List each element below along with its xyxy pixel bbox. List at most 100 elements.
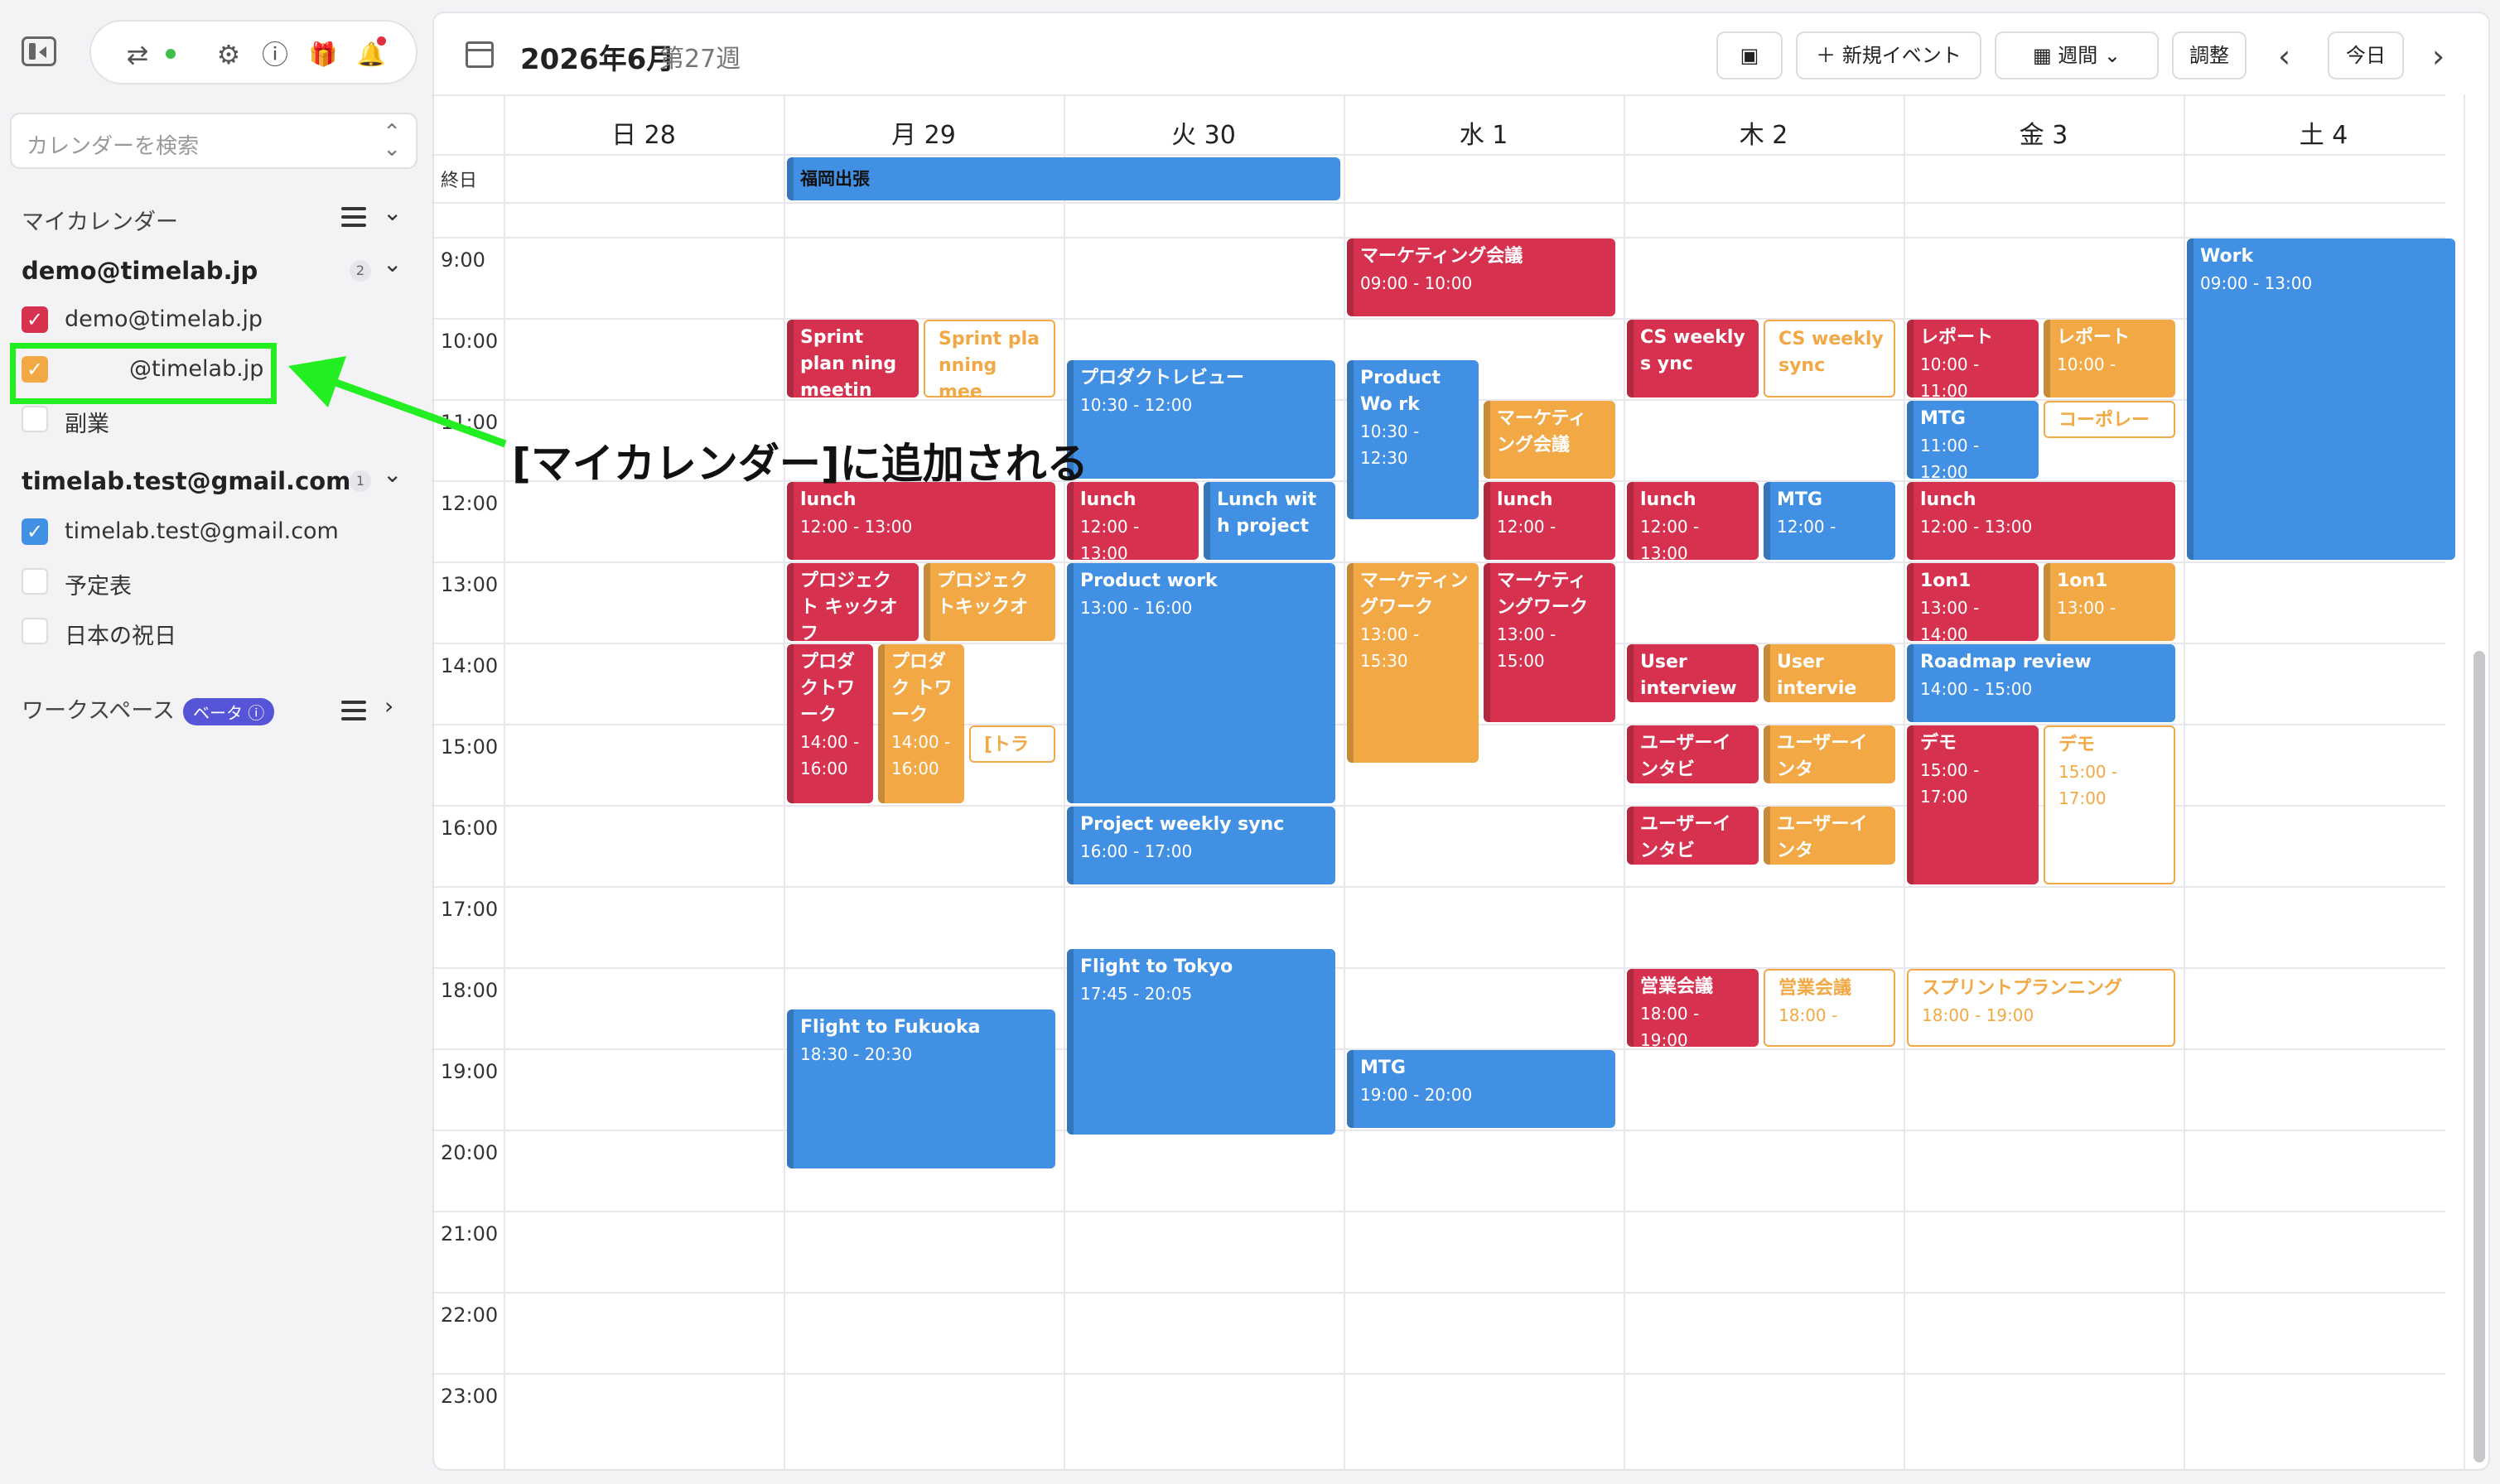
calendar-search-input[interactable]: カレンダーを検索 ⌃ ⌄ xyxy=(10,113,417,169)
calendar-event[interactable]: マーケティ ング会議 xyxy=(1484,401,1615,479)
calendar-event[interactable]: ユーザーインタビ15:00 - 15:45 xyxy=(1627,725,1759,783)
calendar-event[interactable]: 1on1 13:00 - 14:00 xyxy=(1907,563,2039,641)
calendar-event[interactable]: プロダクトレビュー 10:30 - 12:00 xyxy=(1067,360,1335,479)
calendar-event[interactable]: 営業会議 18:00 - 19:00 xyxy=(1627,969,1759,1047)
checkbox[interactable]: ✓ xyxy=(22,518,48,545)
calendar-event[interactable]: Sprint plan ning meetin xyxy=(787,320,919,398)
sidebar: ⇄ ⚙ ⓘ 🎁 🔔 カレンダーを検索 ⌃ ⌄ マイカレンダー ⌄ demo@tim… xyxy=(0,0,431,1484)
calendar-event[interactable]: Flight to Tokyo 17:45 - 20:05 xyxy=(1067,948,1335,1135)
new-event-button[interactable]: ＋ 新規イベント xyxy=(1796,31,1981,80)
adjust-button[interactable]: 調整 xyxy=(2172,31,2247,80)
calendar-event[interactable]: プロジェク トキックオ xyxy=(924,563,1055,641)
calendar-event[interactable]: MTG 12:00 - xyxy=(1764,482,1895,560)
status-dot xyxy=(166,49,176,59)
list-icon[interactable] xyxy=(341,207,366,227)
checkbox[interactable] xyxy=(22,618,48,644)
calendar-event[interactable]: デモ 15:00 - 17:00 xyxy=(2044,725,2175,884)
gift-icon[interactable]: 🎁 xyxy=(306,38,340,71)
chevron-right-icon[interactable]: › xyxy=(384,692,393,720)
calendar-event[interactable]: コーポレート xyxy=(2044,401,2175,438)
gear-icon[interactable]: ⚙ xyxy=(212,38,245,71)
calendar-event[interactable]: ユーザーインタ16:00 - xyxy=(1764,807,1895,865)
sidebar-collapse-icon[interactable] xyxy=(22,36,56,66)
panel-toggle-button[interactable]: ▣ xyxy=(1716,31,1783,80)
prev-week-icon[interactable]: ‹ xyxy=(2278,38,2290,75)
calendar-event[interactable]: マーケティング会議 09:00 - 10:00 xyxy=(1347,238,1615,316)
time-label: 18:00 xyxy=(441,979,499,1002)
event-time: 12:00 - xyxy=(1497,517,1556,537)
view-mode-select[interactable]: ▦ 週間 ⌄ xyxy=(1995,31,2159,80)
calendar-event[interactable]: プロジェクト キックオフ xyxy=(787,563,919,641)
event-title: lunch xyxy=(1080,489,1137,510)
calendar-event[interactable]: Project weekly sync 16:00 - 17:00 xyxy=(1067,807,1335,884)
day-header[interactable]: 水 1 xyxy=(1344,106,1624,166)
checkbox[interactable]: ✓ xyxy=(22,306,48,333)
calendar-event[interactable]: lunch 12:00 - 13:00 xyxy=(787,482,1055,560)
event-time: 14:00 - 16:00 xyxy=(800,732,860,778)
chevron-down-icon[interactable]: ⌄ xyxy=(383,460,402,488)
calendar-event[interactable]: デモ 15:00 - 17:00 xyxy=(1907,725,2039,884)
event-title: レポート xyxy=(2057,327,2131,348)
shuffle-icon[interactable]: ⇄ xyxy=(121,38,154,71)
calendar-event[interactable]: プロダク トワーク 14:00 - 16:00 xyxy=(878,644,964,803)
checkbox[interactable] xyxy=(22,406,48,432)
calendar-event[interactable]: CS weekly sync xyxy=(1764,320,1895,398)
event-title: MTG xyxy=(1920,408,1966,429)
chevron-down-icon[interactable]: ⌄ xyxy=(383,250,402,277)
calendar-event[interactable]: lunch 12:00 - 13:00 xyxy=(1067,482,1199,560)
calendar-event[interactable]: User interview14:00 - 14:45 xyxy=(1627,644,1759,702)
calendar-event[interactable]: Work 09:00 - 13:00 xyxy=(2187,238,2455,560)
allday-event[interactable]: 福岡出張 xyxy=(787,157,1340,200)
next-week-icon[interactable]: › xyxy=(2432,38,2444,75)
annotation-text: [マイカレンダー]に追加される xyxy=(512,440,1088,488)
calendar-event[interactable]: 1on1 13:00 - xyxy=(2044,563,2175,641)
calendar-event[interactable]: MTG 11:00 - 12:00 xyxy=(1907,401,2039,479)
event-time: 09:00 - 10:00 xyxy=(1360,273,1473,293)
calendar-event[interactable]: Lunch wit h project xyxy=(1204,482,1335,560)
event-time: 19:00 - 20:00 xyxy=(1360,1085,1473,1105)
list-icon[interactable] xyxy=(341,701,366,720)
calendar-event[interactable]: lunch 12:00 - xyxy=(1484,482,1615,560)
calendar-event[interactable]: CS weekly s ync xyxy=(1627,320,1759,398)
calendar-event[interactable]: ユーザーインタビ16:00 - 16:45 xyxy=(1627,807,1759,865)
calendar-event[interactable]: マーケティ ングワーク 13:00 - 15:00 xyxy=(1484,563,1615,722)
day-header[interactable]: 木 2 xyxy=(1624,106,1904,166)
calendar-event[interactable]: スプリントプランニング 18:00 - 19:00 xyxy=(1907,969,2175,1047)
event-title: デモ xyxy=(1920,733,1957,754)
calendar-event[interactable]: レポート 10:00 - xyxy=(2044,320,2175,398)
calendar-item-label: 予定表 xyxy=(65,574,132,600)
event-time: 10:00 - xyxy=(2057,354,2116,374)
calendar-event[interactable]: lunch 12:00 - 13:00 xyxy=(1907,482,2175,560)
calendar-event[interactable]: Sprint pla nning mee xyxy=(924,320,1055,398)
calendar-event[interactable]: lunch 12:00 - 13:00 xyxy=(1627,482,1759,560)
calendar-event[interactable]: Product work 13:00 - 16:00 xyxy=(1067,563,1335,803)
info-icon[interactable]: ⓘ xyxy=(258,38,292,71)
day-header[interactable]: 土 4 xyxy=(2184,106,2464,166)
calendar-event[interactable]: レポート 10:00 - 11:00 xyxy=(1907,320,2039,398)
week-number: 第27週 xyxy=(659,45,741,74)
today-button[interactable]: 今日 xyxy=(2328,31,2404,80)
chevron-down-icon[interactable]: ⌄ xyxy=(383,199,402,226)
calendar-event[interactable]: [トラ xyxy=(969,725,1055,763)
sidebar-toolbar: ⇄ ⚙ ⓘ 🎁 🔔 xyxy=(89,20,417,84)
event-time: 15:00 - 17:00 xyxy=(2058,762,2118,808)
checkbox[interactable] xyxy=(22,568,48,595)
calendar-event[interactable]: マーケティン グワーク 13:00 - 15:30 xyxy=(1347,563,1479,763)
calendar-event[interactable]: MTG 19:00 - 20:00 xyxy=(1347,1050,1615,1128)
event-time: 13:00 - 15:00 xyxy=(1497,624,1556,671)
day-header[interactable]: 日 28 xyxy=(504,106,784,166)
calendar-event[interactable]: Roadmap review 14:00 - 15:00 xyxy=(1907,644,2175,722)
event-title: プロダ クトワ ーク xyxy=(800,652,856,725)
event-title: レポート xyxy=(1920,327,1994,348)
day-header[interactable]: 金 3 xyxy=(1904,106,2184,166)
calendar-event[interactable]: Product Wo rk 10:30 - 12:30 xyxy=(1347,360,1479,519)
sort-updown-icon[interactable]: ⌃ ⌄ xyxy=(383,122,401,160)
calendar-event[interactable]: User intervie14:00 - xyxy=(1764,644,1895,702)
event-title: 営業会議 xyxy=(1640,976,1714,997)
scrollbar[interactable] xyxy=(2473,651,2485,1462)
calendar-event[interactable]: プロダ クトワ ーク 14:00 - 16:00 xyxy=(787,644,873,803)
calendar-event[interactable]: ユーザーインタ15:00 - xyxy=(1764,725,1895,783)
calendar-event[interactable]: Flight to Fukuoka 18:30 - 20:30 xyxy=(787,1009,1055,1168)
highlight-box xyxy=(10,343,277,404)
calendar-event[interactable]: 営業会議 18:00 - xyxy=(1764,969,1895,1047)
